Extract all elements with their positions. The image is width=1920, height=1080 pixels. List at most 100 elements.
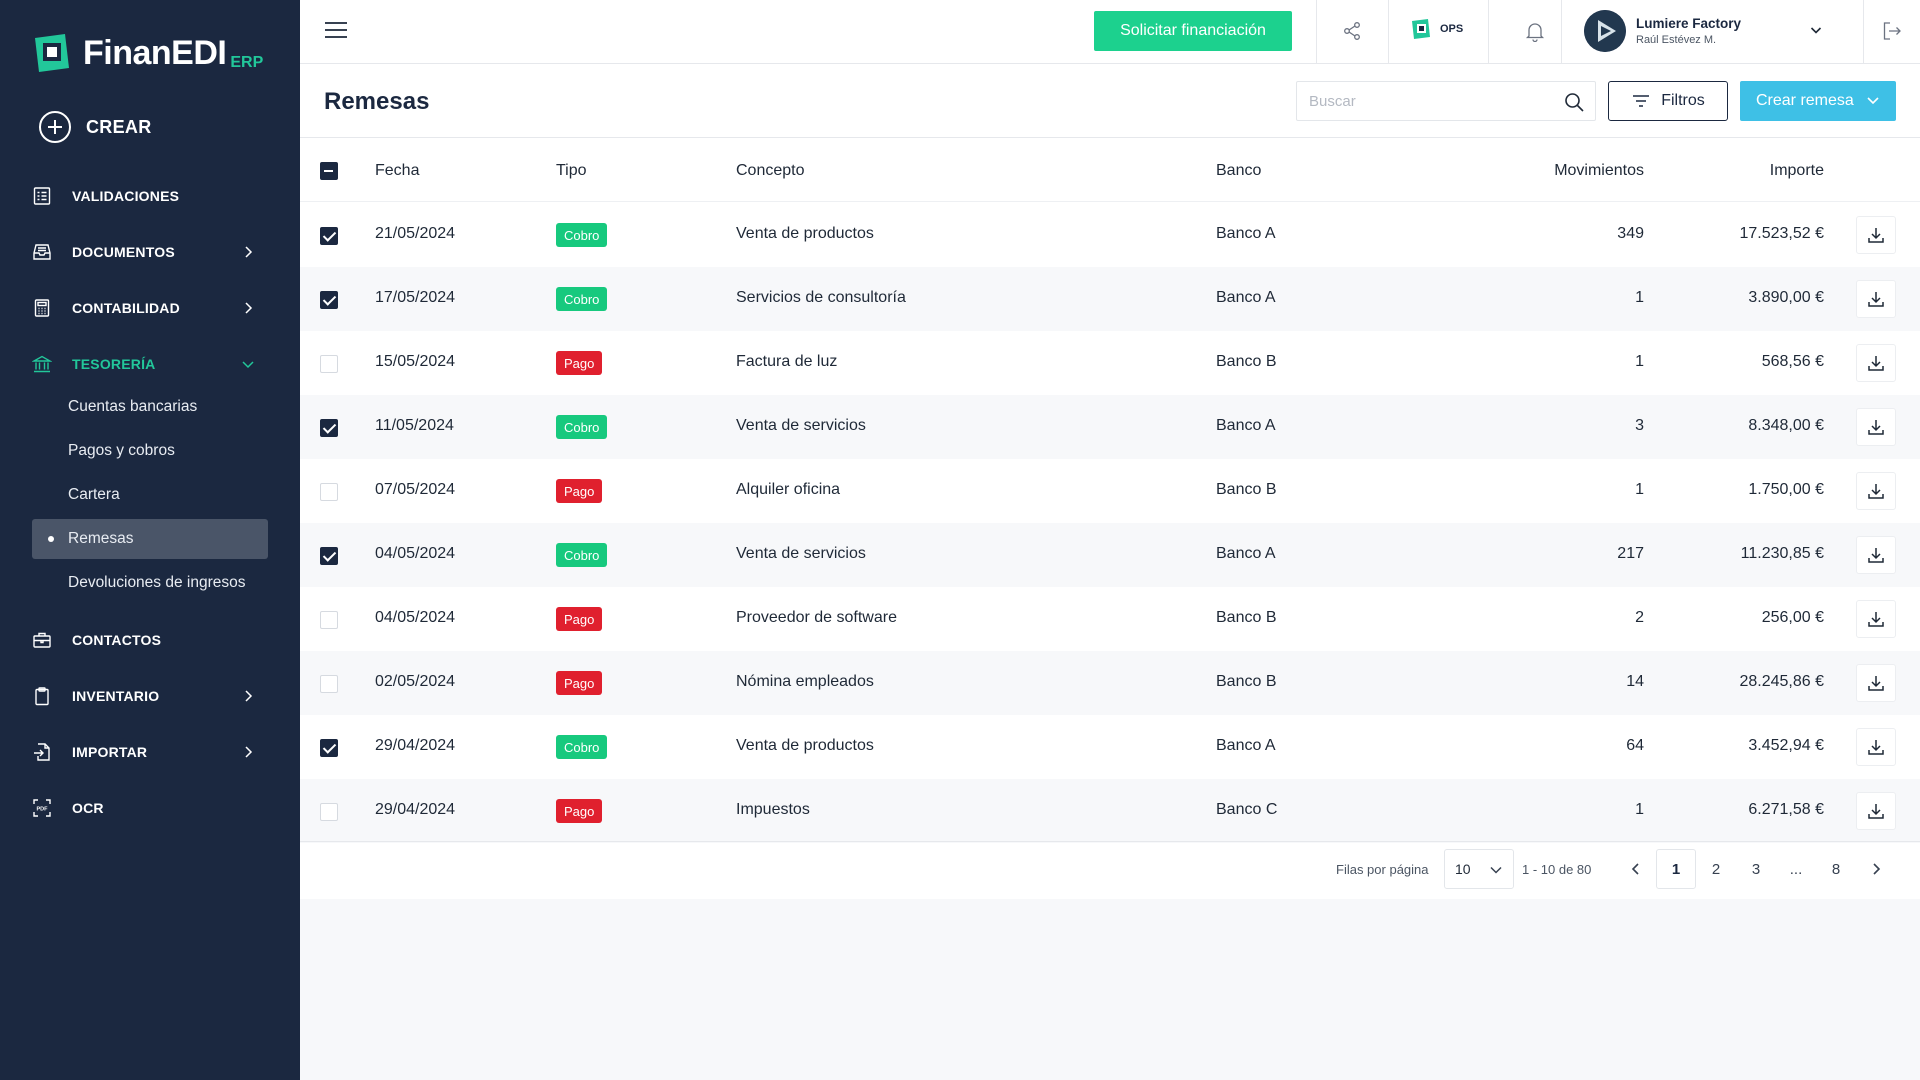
solicitar-financiacion-button[interactable]: Solicitar financiación: [1094, 11, 1292, 51]
column-header-tipo[interactable]: Tipo: [556, 162, 587, 180]
row-checkbox[interactable]: [320, 611, 338, 629]
chevron-down-icon[interactable]: [1808, 22, 1824, 38]
search-input[interactable]: [1297, 82, 1547, 120]
cell-concepto: Alquiler oficina: [736, 481, 841, 498]
row-checkbox[interactable]: [320, 355, 338, 373]
download-button[interactable]: [1856, 600, 1896, 638]
share-icon[interactable]: [1341, 20, 1363, 42]
row-checkbox[interactable]: [320, 803, 338, 821]
row-checkbox[interactable]: [320, 547, 338, 565]
table-row[interactable]: 04/05/2024 Cobro Venta de servicios Banco A…: [300, 523, 1920, 587]
bell-icon[interactable]: [1524, 20, 1546, 42]
cell-banco: Banco A: [1216, 545, 1276, 562]
chevron-right-icon: [245, 246, 253, 258]
rows-per-page-select[interactable]: 10: [1444, 849, 1514, 889]
search-icon[interactable]: [1563, 91, 1585, 113]
tipo-badge: Cobro: [556, 223, 608, 247]
svg-text:PDF: PDF: [37, 807, 49, 813]
page-button-2[interactable]: 2: [1696, 849, 1736, 889]
table-row[interactable]: 29/04/2024 Cobro Venta de productos Banco A…: [300, 715, 1920, 779]
hamburger-menu-icon[interactable]: [325, 22, 347, 40]
cell-banco: Banco A: [1216, 225, 1276, 242]
column-header-importe[interactable]: Importe: [1770, 162, 1824, 180]
sidebar-subitem-devoluciones[interactable]: Devoluciones de ingresos: [32, 563, 268, 603]
download-icon: [1868, 228, 1884, 243]
download-button[interactable]: [1856, 472, 1896, 510]
table-row[interactable]: 02/05/2024 Pago Nómina empleados Banco B 14 2…: [300, 651, 1920, 715]
table-row[interactable]: 04/05/2024 Pago Proveedor de software Banco…: [300, 587, 1920, 651]
column-header-fecha[interactable]: Fecha: [375, 162, 419, 180]
create-button[interactable]: CREAR: [39, 111, 152, 143]
row-checkbox[interactable]: [320, 739, 338, 757]
sidebar-item-importar[interactable]: IMPORTAR: [32, 734, 268, 770]
download-button[interactable]: [1856, 216, 1896, 254]
select-all-checkbox[interactable]: [320, 162, 338, 180]
sidebar-item-inventario[interactable]: INVENTARIO: [32, 678, 268, 714]
download-button[interactable]: [1856, 408, 1896, 446]
cell-concepto: Factura de luz: [736, 353, 838, 370]
page-button-8[interactable]: 8: [1816, 849, 1856, 889]
sidebar-subitem-cuentas-bancarias[interactable]: Cuentas bancarias: [32, 387, 268, 427]
logout-icon[interactable]: [1881, 20, 1903, 42]
row-checkbox[interactable]: [320, 675, 338, 693]
clipboard-icon: [32, 684, 72, 708]
column-header-movimientos[interactable]: Movimientos: [1554, 162, 1644, 180]
table-row[interactable]: 21/05/2024 Cobro Venta de productos Banco A…: [300, 203, 1920, 267]
download-icon: [1868, 356, 1884, 371]
row-checkbox[interactable]: [320, 227, 338, 245]
sidebar-subitem-cartera[interactable]: Cartera: [32, 475, 268, 515]
previous-page-icon[interactable]: [1628, 861, 1644, 877]
chevron-down-icon: [242, 361, 254, 369]
column-header-concepto[interactable]: Concepto: [736, 162, 805, 180]
download-button[interactable]: [1856, 344, 1896, 382]
column-header-banco[interactable]: Banco: [1216, 162, 1261, 180]
row-checkbox[interactable]: [320, 483, 338, 501]
sidebar-item-documentos[interactable]: DOCUMENTOS: [32, 234, 268, 270]
cell-banco: Banco A: [1216, 737, 1276, 754]
download-button[interactable]: [1856, 664, 1896, 702]
crear-remesa-label: Crear remesa: [1756, 92, 1854, 109]
sidebar-item-validaciones[interactable]: VALIDACIONES: [32, 178, 268, 214]
briefcase-icon: [32, 628, 72, 652]
tipo-badge: Cobro: [556, 543, 608, 567]
row-checkbox[interactable]: [320, 419, 338, 437]
download-button[interactable]: [1856, 792, 1896, 830]
table-row[interactable]: 07/05/2024 Pago Alquiler oficina Banco B 1 1.…: [300, 459, 1920, 523]
page-button-1[interactable]: 1: [1656, 849, 1696, 889]
sidebar-subitem-pagos-cobros[interactable]: Pagos y cobros: [32, 431, 268, 471]
company-selector[interactable]: Lumiere Factory Raúl Estévez M.: [1584, 10, 1741, 52]
sidebar-item-tesoreria[interactable]: TESORERÍA: [32, 346, 268, 382]
create-label: CREAR: [86, 116, 152, 137]
cell-concepto: Venta de productos: [736, 737, 874, 754]
sidebar-item-contabilidad[interactable]: CONTABILIDAD: [32, 290, 268, 326]
page-button-3[interactable]: 3: [1736, 849, 1776, 889]
tipo-badge: Cobro: [556, 735, 608, 759]
cell-movimientos: 1: [1635, 289, 1644, 306]
table-row[interactable]: 29/04/2024 Pago Impuestos Banco C 1 6.271,58 …: [300, 779, 1920, 843]
download-button[interactable]: [1856, 728, 1896, 766]
checklist-icon: [32, 184, 72, 208]
download-button[interactable]: [1856, 280, 1896, 318]
tipo-badge: Pago: [556, 671, 603, 695]
download-button[interactable]: [1856, 536, 1896, 574]
crear-remesa-button[interactable]: Crear remesa: [1740, 81, 1896, 121]
cell-movimientos: 3: [1635, 417, 1644, 434]
calculator-icon: [32, 296, 72, 320]
selected-dot-icon: [48, 536, 54, 542]
logo[interactable]: FinanEDI ERP: [31, 32, 263, 74]
table-row[interactable]: 17/05/2024 Cobro Servicios de consultoría B…: [300, 267, 1920, 331]
ops-button[interactable]: OPS: [1410, 18, 1463, 40]
sidebar-item-ocr[interactable]: PDF OCR: [32, 790, 268, 826]
table-row[interactable]: 15/05/2024 Pago Factura de luz Banco B 1 568,…: [300, 331, 1920, 395]
next-page-icon[interactable]: [1868, 861, 1884, 877]
filtros-button[interactable]: Filtros: [1608, 81, 1728, 121]
divider: [1863, 0, 1864, 64]
cell-banco: Banco A: [1216, 289, 1276, 306]
cell-importe: 6.271,58 €: [1748, 801, 1824, 818]
row-checkbox[interactable]: [320, 291, 338, 309]
sidebar-item-contactos[interactable]: CONTACTOS: [32, 622, 268, 658]
sidebar-subitem-remesas[interactable]: Remesas: [32, 519, 268, 559]
tipo-badge: Cobro: [556, 415, 608, 439]
table-row[interactable]: 11/05/2024 Cobro Venta de servicios Banco A…: [300, 395, 1920, 459]
cell-importe: 8.348,00 €: [1748, 417, 1824, 434]
